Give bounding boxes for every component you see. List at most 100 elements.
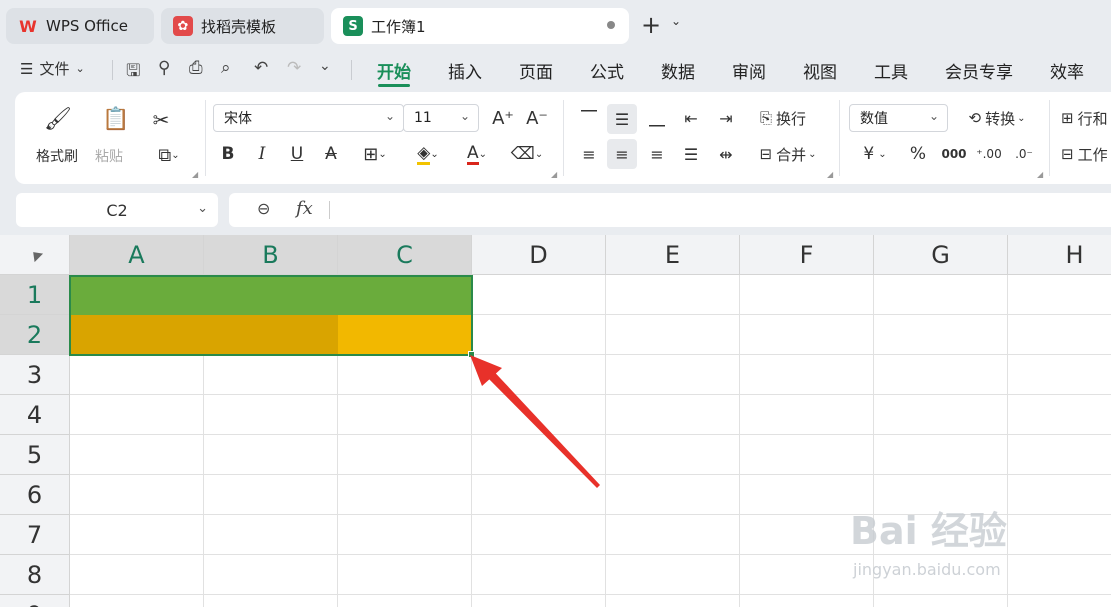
cell-a7[interactable] <box>70 515 204 555</box>
name-box[interactable]: C2 ⌄ <box>16 193 218 227</box>
cell-g1[interactable] <box>874 275 1008 315</box>
cell-c3[interactable] <box>338 355 472 395</box>
font-name-select[interactable]: 宋体 ⌄ <box>213 104 404 132</box>
print-preview-icon[interactable]: ⌕ <box>221 58 231 78</box>
insert-function-icon[interactable]: fx <box>296 198 313 219</box>
tab-efficiency[interactable]: 效率 <box>1050 58 1084 83</box>
convert-button[interactable]: ⟲ 转换 ⌄ <box>959 104 1035 132</box>
cell-d9[interactable] <box>472 595 606 607</box>
cell-h2[interactable] <box>1008 315 1111 355</box>
dialog-launcher-icon[interactable]: ◢ <box>192 170 198 179</box>
tab-data[interactable]: 数据 <box>661 58 695 83</box>
cell-g4[interactable] <box>874 395 1008 435</box>
align-top-icon[interactable]: ⎺ <box>575 104 603 132</box>
save-icon[interactable]: 🖫 <box>126 58 140 87</box>
thousands-separator-button[interactable]: 000 <box>941 140 967 168</box>
worksheet-button[interactable]: ⊟ 工作 <box>1061 140 1111 168</box>
currency-button[interactable]: ¥ ⌄ <box>855 140 895 168</box>
font-color-icon[interactable]: A ⌄ <box>457 140 497 168</box>
cell-h3[interactable] <box>1008 355 1111 395</box>
cell-a4[interactable] <box>70 395 204 435</box>
cell-e6[interactable] <box>606 475 740 515</box>
dialog-launcher-icon[interactable]: ◢ <box>827 170 833 179</box>
underline-button[interactable]: U <box>286 140 308 168</box>
cell-c8[interactable] <box>338 555 472 595</box>
column-header-h[interactable]: H <box>1008 235 1111 275</box>
column-header-c[interactable]: C <box>338 235 472 275</box>
cell-f5[interactable] <box>740 435 874 475</box>
font-size-select[interactable]: 11 ⌄ <box>403 104 479 132</box>
cell-g3[interactable] <box>874 355 1008 395</box>
tab-docer-templates[interactable]: ✿ 找稻壳模板 <box>161 8 324 44</box>
cell-d2[interactable] <box>472 315 606 355</box>
cell-d7[interactable] <box>472 515 606 555</box>
cell-h5[interactable] <box>1008 435 1111 475</box>
row-header-3[interactable]: 3 <box>0 355 70 395</box>
zoom-search-icon[interactable]: ⊖ <box>257 199 270 218</box>
print-icon[interactable]: ⎙ <box>189 58 203 78</box>
column-header-f[interactable]: F <box>740 235 874 275</box>
fill-color-icon[interactable]: ◈ ⌄ <box>408 140 448 168</box>
row-header-4[interactable]: 4 <box>0 395 70 435</box>
cell-d5[interactable] <box>472 435 606 475</box>
decrease-decimal-icon[interactable]: .0⁻ <box>1011 140 1037 168</box>
cell-e9[interactable] <box>606 595 740 607</box>
cell-a8[interactable] <box>70 555 204 595</box>
cell-h9[interactable] <box>1008 595 1111 607</box>
cell-f2[interactable] <box>740 315 874 355</box>
fill-handle[interactable] <box>468 351 475 358</box>
cell-f9[interactable] <box>740 595 874 607</box>
increase-indent-icon[interactable]: ⇥ <box>712 104 740 132</box>
column-header-e[interactable]: E <box>606 235 740 275</box>
eraser-icon[interactable]: ⌫ ⌄ <box>507 140 547 168</box>
align-right-icon[interactable]: ≡ <box>643 140 671 168</box>
tab-wps-office[interactable]: W WPS Office <box>6 8 154 44</box>
borders-icon[interactable]: ⊞ ⌄ <box>357 140 393 168</box>
paste-icon[interactable]: 📋 <box>101 104 131 134</box>
dialog-launcher-icon[interactable]: ◢ <box>1037 170 1043 179</box>
cell-e8[interactable] <box>606 555 740 595</box>
cell-f4[interactable] <box>740 395 874 435</box>
row-header-6[interactable]: 6 <box>0 475 70 515</box>
cell-e2[interactable] <box>606 315 740 355</box>
cell-b6[interactable] <box>204 475 338 515</box>
select-all-corner[interactable] <box>0 235 70 275</box>
cell-e7[interactable] <box>606 515 740 555</box>
cell-c2[interactable] <box>338 315 472 355</box>
tab-member[interactable]: 会员专享 <box>945 58 1013 83</box>
cell-a1[interactable] <box>70 275 204 315</box>
redo-icon[interactable]: ↷ <box>287 58 301 78</box>
cell-b3[interactable] <box>204 355 338 395</box>
formula-bar[interactable]: ⊖ fx <box>229 193 1111 227</box>
cell-b4[interactable] <box>204 395 338 435</box>
cell-f3[interactable] <box>740 355 874 395</box>
align-middle-icon[interactable]: ☰ <box>607 104 637 134</box>
cell-a9[interactable] <box>70 595 204 607</box>
decrease-font-icon[interactable]: A⁻ <box>524 104 550 132</box>
cell-a2[interactable] <box>70 315 204 355</box>
cell-c5[interactable] <box>338 435 472 475</box>
cell-d4[interactable] <box>472 395 606 435</box>
rows-columns-button[interactable]: ⊞ 行和 <box>1061 104 1111 132</box>
tab-insert[interactable]: 插入 <box>448 58 482 83</box>
cell-d3[interactable] <box>472 355 606 395</box>
row-header-9[interactable]: 9 <box>0 595 70 607</box>
cell-g9[interactable] <box>874 595 1008 607</box>
cell-d6[interactable] <box>472 475 606 515</box>
cell-h4[interactable] <box>1008 395 1111 435</box>
cut-scissors-icon[interactable]: ✂ <box>147 106 175 134</box>
dialog-launcher-icon[interactable]: ◢ <box>551 170 557 179</box>
cell-e5[interactable] <box>606 435 740 475</box>
format-painter-label[interactable]: 格式刷 <box>36 146 78 166</box>
number-format-select[interactable]: 数值 ⌄ <box>849 104 948 132</box>
row-header-7[interactable]: 7 <box>0 515 70 555</box>
tab-review[interactable]: 审阅 <box>732 58 766 83</box>
align-left-icon[interactable]: ≡ <box>575 140 603 168</box>
italic-button[interactable]: I <box>251 140 273 168</box>
column-header-g[interactable]: G <box>874 235 1008 275</box>
tab-page[interactable]: 页面 <box>519 58 553 83</box>
increase-font-icon[interactable]: A⁺ <box>490 104 516 132</box>
cell-g5[interactable] <box>874 435 1008 475</box>
tab-formula[interactable]: 公式 <box>590 58 624 83</box>
row-header-1[interactable]: 1 <box>0 275 70 315</box>
